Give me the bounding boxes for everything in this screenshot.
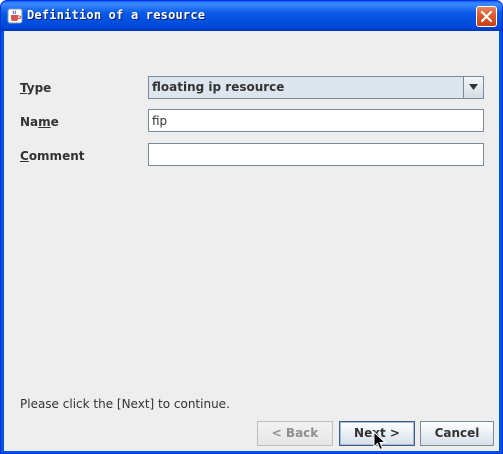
comment-label: Comment: [20, 149, 85, 163]
back-button[interactable]: < Back: [257, 421, 333, 446]
next-button[interactable]: Next >: [339, 421, 415, 446]
cancel-button[interactable]: Cancel: [420, 421, 494, 446]
comment-field[interactable]: [148, 143, 484, 166]
close-icon: [480, 10, 493, 23]
close-button[interactable]: [476, 6, 497, 27]
type-label: Type: [20, 81, 52, 95]
instruction-text: Please click the [Next] to continue.: [20, 397, 230, 411]
dialog-content: Type floating ip resource Name Comment P…: [4, 31, 499, 451]
java-cup-icon: [7, 8, 23, 24]
dialog-window: Definition of a resource Type floating i…: [0, 0, 503, 454]
window-title: Definition of a resource: [27, 8, 206, 22]
type-selected-value: floating ip resource: [152, 80, 285, 94]
type-dropdown-button[interactable]: [463, 77, 483, 98]
name-field[interactable]: [148, 109, 484, 132]
name-label: Name: [20, 115, 59, 129]
title-bar[interactable]: Definition of a resource: [1, 1, 502, 31]
chevron-down-icon: [469, 84, 478, 90]
type-combobox[interactable]: floating ip resource: [148, 76, 484, 99]
